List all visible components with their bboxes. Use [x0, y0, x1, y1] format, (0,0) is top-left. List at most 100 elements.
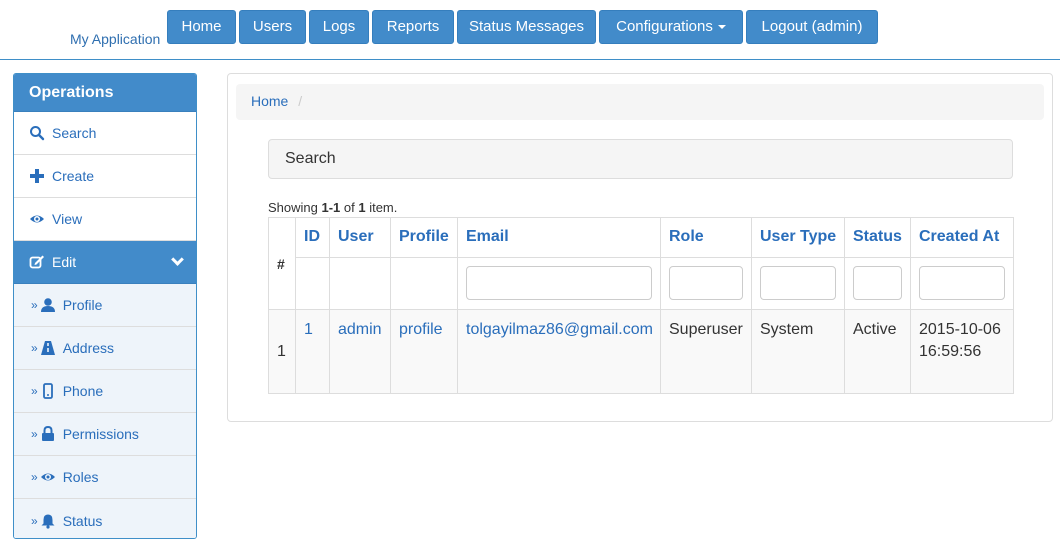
sidebar-item-label: Search — [52, 125, 97, 141]
filter-cell-user — [329, 257, 391, 310]
column-header-profile[interactable]: Profile — [390, 217, 458, 258]
eye-icon — [30, 215, 44, 223]
cell-profile: profile — [390, 309, 458, 394]
filter-cell-profile — [390, 257, 458, 310]
lock-icon — [41, 426, 54, 441]
profile-link[interactable]: profile — [399, 321, 443, 338]
sidebar-item-label: Permissions — [62, 426, 139, 442]
breadcrumb-home-link[interactable]: Home — [251, 93, 288, 109]
summary-range: 1-1 — [321, 200, 341, 215]
cell-status: Active — [844, 309, 911, 394]
user-link[interactable]: admin — [338, 321, 382, 338]
email-link[interactable]: tolgayilmaz86@gmail.com — [466, 321, 653, 338]
filter-row — [269, 257, 1014, 310]
cell-user: admin — [329, 309, 391, 394]
caret-down-icon — [717, 25, 726, 30]
nav-status-messages[interactable]: Status Messages — [457, 10, 596, 44]
cell-id: 1 — [295, 309, 330, 394]
cell-created-at: 2015-10-06 16:59:56 — [910, 309, 1014, 394]
column-header-user[interactable]: User — [329, 217, 391, 258]
column-header-created-at[interactable]: Created At — [910, 217, 1014, 258]
column-header-role[interactable]: Role — [660, 217, 752, 258]
nav-users[interactable]: Users — [239, 10, 306, 44]
grid-summary: Showing 1-1 of 1 item. — [268, 200, 397, 215]
nav-configurations-label: Configurations — [616, 18, 713, 35]
sidebar-item-address[interactable]: » Address — [14, 327, 196, 370]
search-icon — [30, 126, 45, 141]
cell-user-type: System — [751, 309, 845, 394]
road-icon — [40, 341, 55, 355]
summary-middle: of — [340, 200, 359, 215]
row-number: 1 — [268, 309, 296, 394]
user-icon — [40, 298, 55, 312]
sidebar-item-permissions[interactable]: » Permissions — [14, 413, 196, 456]
search-panel-toggle[interactable]: Search — [268, 139, 1013, 179]
column-header-id[interactable]: ID — [295, 217, 330, 258]
column-header-email[interactable]: Email — [457, 217, 661, 258]
users-grid: # ID User Profile Email Role User Type S… — [268, 217, 1014, 394]
nav-reports[interactable]: Reports — [372, 10, 454, 44]
sidebar-item-label: Status — [62, 512, 103, 529]
edit-icon — [29, 255, 44, 269]
sidebar-item-status[interactable]: » Status — [14, 499, 196, 538]
sidebar-item-label: Phone — [62, 383, 104, 399]
filter-cell-id — [295, 257, 330, 310]
eye-icon — [40, 473, 55, 481]
phone-icon — [42, 383, 53, 399]
sidebar-item-phone[interactable]: » Phone — [14, 370, 196, 413]
breadcrumb: Home / — [236, 84, 1044, 120]
nav-logs[interactable]: Logs — [309, 10, 369, 44]
bullet: » — [31, 470, 38, 484]
bell-icon — [41, 514, 55, 529]
filter-cell-created-at — [910, 257, 1014, 310]
cell-email: tolgayilmaz86@gmail.com — [457, 309, 661, 394]
cell-role: Superuser — [660, 309, 752, 394]
operations-sidebar: Operations Search Create View Edit » Pro… — [13, 73, 197, 539]
nav-home[interactable]: Home — [167, 10, 236, 44]
column-header-rownum: # — [268, 217, 296, 310]
created-at-filter-input[interactable] — [919, 266, 1005, 300]
summary-prefix: Showing — [268, 200, 322, 215]
bullet: » — [31, 427, 38, 441]
filter-cell-email — [457, 257, 661, 310]
brand-link[interactable]: My Application — [70, 31, 160, 47]
top-navbar: My Application Home Users Logs Reports S… — [0, 0, 1060, 60]
plus-icon — [30, 169, 44, 183]
sidebar-item-edit[interactable]: Edit — [14, 241, 196, 284]
table-row: 1 1 admin profile tolgayilmaz86@gmail.co… — [268, 309, 1014, 394]
header-row: # ID User Profile Email Role User Type S… — [268, 217, 1014, 310]
bullet: » — [31, 384, 38, 398]
sidebar-item-roles[interactable]: » Roles — [14, 456, 196, 499]
email-filter-input[interactable] — [466, 266, 652, 300]
bullet: » — [31, 341, 38, 355]
bullet: » — [31, 513, 38, 528]
summary-suffix: item. — [365, 200, 398, 215]
sidebar-item-label: Address — [62, 340, 115, 356]
chevron-down-icon[interactable] — [171, 253, 184, 266]
filter-cell-status — [844, 257, 911, 310]
status-filter-input[interactable] — [853, 266, 902, 300]
bullet: » — [31, 298, 38, 312]
nav-logout[interactable]: Logout (admin) — [746, 10, 878, 44]
sidebar-item-label: Create — [52, 168, 95, 184]
sidebar-item-label: Roles — [62, 469, 99, 485]
summary-total: 1 — [358, 200, 366, 215]
sidebar-item-create[interactable]: Create — [14, 155, 196, 198]
filter-cell-user-type — [751, 257, 845, 310]
sidebar-item-label: View — [52, 211, 83, 227]
nav-configurations-dropdown[interactable]: Configurations — [599, 10, 743, 44]
main-panel: Home / Search Showing 1-1 of 1 item. # I… — [227, 73, 1053, 422]
sidebar-item-view[interactable]: View — [14, 198, 196, 241]
sidebar-item-search[interactable]: Search — [14, 112, 196, 155]
column-header-status[interactable]: Status — [844, 217, 911, 258]
column-header-user-type[interactable]: User Type — [751, 217, 845, 258]
role-filter-input[interactable] — [669, 266, 743, 300]
sidebar-item-label: Profile — [62, 297, 103, 313]
user-type-filter-input[interactable] — [760, 266, 836, 300]
filter-cell-role — [660, 257, 752, 310]
id-link[interactable]: 1 — [304, 321, 313, 338]
breadcrumb-separator: / — [298, 93, 303, 109]
sidebar-item-label: Edit — [52, 254, 77, 270]
sidebar-title: Operations — [14, 74, 196, 112]
sidebar-item-profile[interactable]: » Profile — [14, 284, 196, 327]
